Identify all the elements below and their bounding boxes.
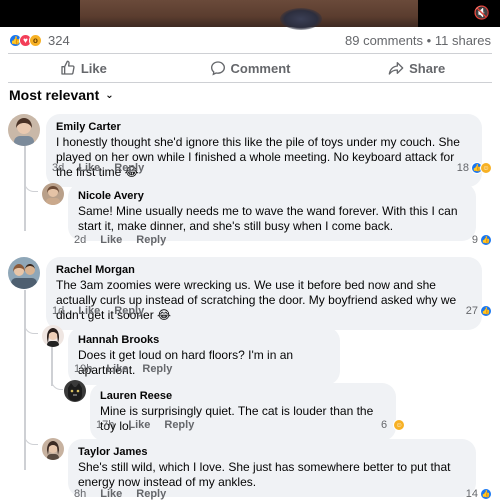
- share-button[interactable]: Share: [333, 55, 500, 81]
- comment-text: Same! Mine usually needs me to wave the …: [78, 204, 458, 233]
- comment-reply-button[interactable]: Reply: [114, 162, 144, 174]
- comment-time[interactable]: 17h: [96, 419, 114, 431]
- shares-count[interactable]: 11 shares: [435, 33, 491, 48]
- comment-meta: 1d Like Reply: [52, 305, 158, 317]
- comment-reply-button[interactable]: Reply: [136, 234, 166, 246]
- comment-bubble: Emily Carter I honestly thought she'd ig…: [46, 114, 482, 187]
- comment-like-button[interactable]: Like: [78, 305, 100, 317]
- video-player[interactable]: 🔇: [0, 0, 500, 30]
- comment-reactions[interactable]: 9 👍: [472, 234, 492, 246]
- reaction-count: 14: [465, 488, 478, 500]
- comments-shares-count[interactable]: 89 comments • 11 shares: [345, 33, 491, 48]
- comment-author[interactable]: Hannah Brooks: [78, 333, 330, 347]
- like-button-label: Like: [80, 60, 107, 76]
- wow-reaction-icon: o: [29, 34, 42, 47]
- avatar[interactable]: [64, 380, 86, 402]
- comments-count[interactable]: 89 comments: [345, 33, 423, 48]
- avatar[interactable]: [42, 183, 64, 205]
- comment-time[interactable]: 19h: [74, 363, 92, 375]
- comment-like-button[interactable]: Like: [100, 488, 122, 500]
- comment-time[interactable]: 1d: [52, 305, 64, 317]
- thumbs-up-icon: [61, 60, 75, 75]
- comment-time[interactable]: 2d: [74, 234, 86, 246]
- comment-reply-button[interactable]: Reply: [114, 305, 144, 317]
- haha-reaction-icon: ☺: [480, 162, 492, 174]
- reactions-summary[interactable]: 👍 ♥ o 324 89 comments • 11 shares: [0, 30, 500, 52]
- comment-author[interactable]: Taylor James: [78, 445, 466, 459]
- like-reaction-icon: 👍: [480, 234, 492, 246]
- comment-bubble: Lauren Reese Mine is surprisingly quiet.…: [90, 383, 396, 441]
- reaction-icons: 👍 ♥ o: [9, 34, 42, 47]
- comment-like-button[interactable]: Like: [128, 419, 150, 431]
- comment-bubble: Rachel Morgan The 3am zoomies were wreck…: [46, 257, 482, 330]
- comment-reactions[interactable]: 6 ☺: [381, 419, 406, 431]
- share-arrow-icon: [388, 62, 404, 75]
- comment-meta: 3d Like Reply: [52, 162, 158, 174]
- separator-dot: •: [426, 33, 432, 48]
- comment-author[interactable]: Emily Carter: [56, 120, 472, 134]
- avatar[interactable]: [42, 325, 64, 347]
- comment-time[interactable]: 3d: [52, 162, 64, 174]
- thread-line: [24, 146, 26, 231]
- reaction-count: 6: [381, 419, 388, 431]
- reaction-count: 27: [465, 305, 478, 317]
- comment-like-button[interactable]: Like: [78, 162, 100, 174]
- share-button-label: Share: [409, 60, 446, 76]
- comment-reactions[interactable]: 18 👍 ☺: [457, 162, 492, 174]
- avatar[interactable]: [8, 114, 40, 146]
- avatar[interactable]: [8, 257, 40, 289]
- thread-connector: [24, 425, 38, 445]
- comment-bubble-icon: [210, 61, 225, 76]
- thread-connector: [24, 312, 38, 334]
- comment-button-label: Comment: [230, 60, 291, 76]
- comment-time[interactable]: 8h: [74, 488, 86, 500]
- video-frame: [80, 0, 418, 30]
- like-button[interactable]: Like: [0, 55, 167, 81]
- chevron-down-icon: ⌄: [105, 89, 114, 101]
- like-reaction-icon: 👍: [480, 305, 492, 317]
- divider: [8, 53, 492, 54]
- comment-meta: 8h Like Reply: [74, 488, 180, 500]
- post-actions: Like Comment Share: [0, 55, 500, 81]
- comment-like-button[interactable]: Like: [106, 363, 128, 375]
- mute-icon[interactable]: 🔇: [474, 5, 490, 21]
- comment-like-button[interactable]: Like: [100, 234, 122, 246]
- sort-label: Most relevant: [9, 87, 100, 103]
- divider: [8, 82, 492, 83]
- like-reaction-icon: 👍: [480, 488, 492, 500]
- comment-reply-button[interactable]: Reply: [164, 419, 194, 431]
- comment-meta: 2d Like Reply: [74, 234, 180, 246]
- thread-connector: [24, 170, 38, 192]
- comment-bubble: Nicole Avery Same! Mine usually needs me…: [68, 183, 476, 241]
- comment-reactions[interactable]: 14 👍: [466, 488, 492, 500]
- comment-reactions[interactable]: 27 👍: [466, 305, 492, 317]
- comment-button[interactable]: Comment: [167, 55, 334, 81]
- comment-sort-dropdown[interactable]: Most relevant ⌄: [9, 87, 114, 103]
- haha-reaction-icon: ☺: [393, 419, 406, 431]
- reaction-count: 9: [471, 234, 478, 246]
- reaction-count: 18: [456, 162, 469, 174]
- avatar[interactable]: [42, 438, 64, 460]
- comment-meta: 19h Like Reply: [74, 363, 186, 375]
- comment-author[interactable]: Lauren Reese: [100, 389, 386, 403]
- comment-reply-button[interactable]: Reply: [136, 488, 166, 500]
- reaction-count[interactable]: 324: [48, 33, 70, 48]
- comment-bubble: Hannah Brooks Does it get loud on hard f…: [68, 327, 340, 385]
- comment-reply-button[interactable]: Reply: [142, 363, 172, 375]
- comment-author[interactable]: Rachel Morgan: [56, 263, 472, 277]
- thread-connector: [51, 368, 63, 390]
- comment-author[interactable]: Nicole Avery: [78, 189, 466, 203]
- comment-text: She's still wild, which I love. She just…: [78, 460, 451, 489]
- comment-meta: 17h Like Reply: [96, 419, 208, 431]
